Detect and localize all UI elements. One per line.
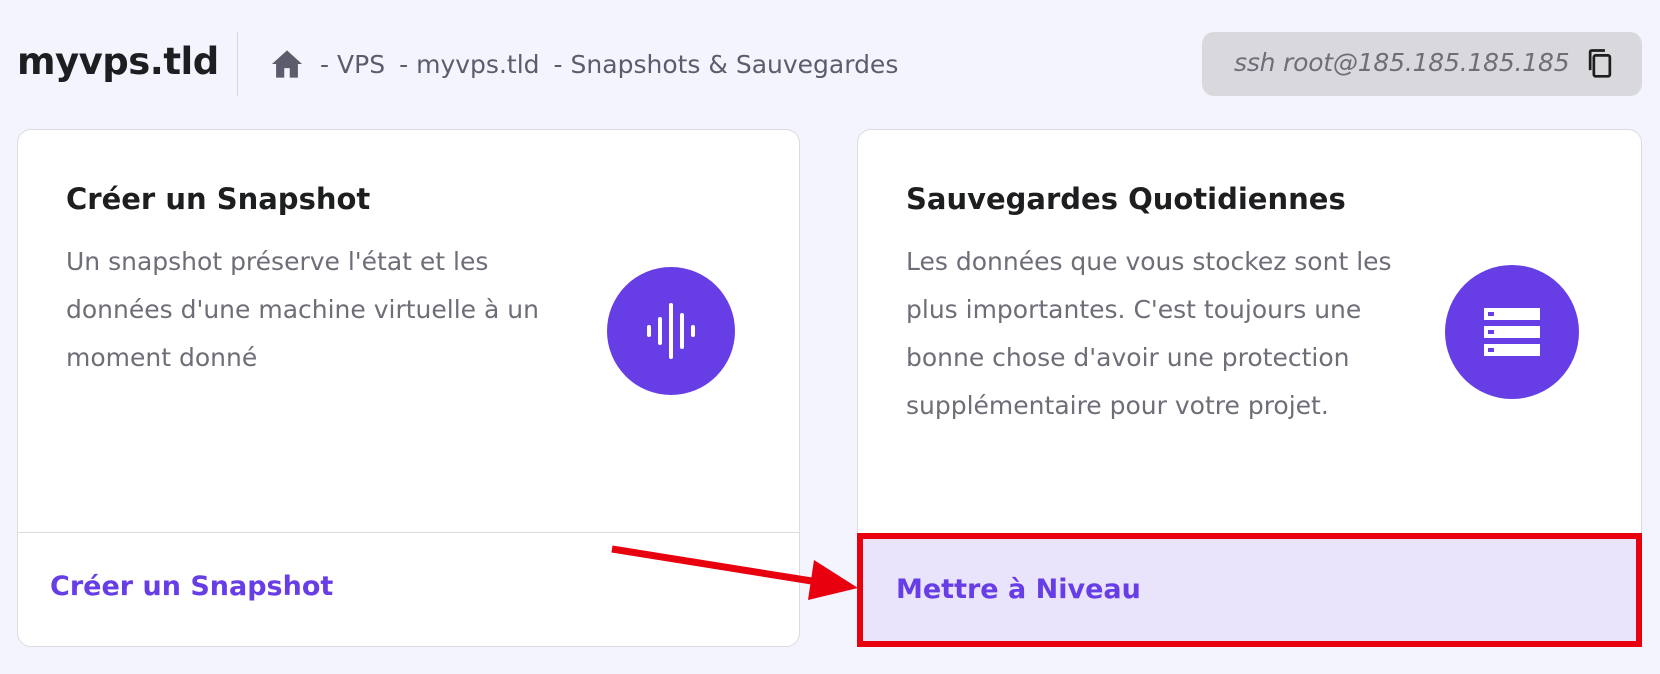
breadcrumb-item-current: Snapshots & Sauvegardes: [570, 49, 899, 79]
breadcrumb-separator: -: [553, 49, 563, 79]
copy-icon[interactable]: [1582, 46, 1618, 82]
snapshot-card-description: Un snapshot préserve l'état et les donné…: [66, 247, 539, 372]
upgrade-button[interactable]: Mettre à Niveau: [857, 533, 1642, 647]
breadcrumb: - VPS - myvps.tld - Snapshots & Sauvegar…: [270, 46, 898, 82]
create-snapshot-button[interactable]: Créer un Snapshot: [50, 571, 333, 602]
server-stack-icon: [1445, 265, 1579, 399]
breadcrumb-item-vps[interactable]: VPS: [337, 50, 385, 79]
snapshot-card-footer: Créer un Snapshot: [18, 532, 799, 646]
page-title: myvps.tld: [17, 40, 219, 83]
ssh-command-box: ssh root@185.185.185.185: [1202, 32, 1642, 96]
backups-card-title: Sauvegardes Quotidiennes: [906, 182, 1346, 216]
page: myvps.tld - VPS - myvps.tld - Snapshots …: [0, 0, 1660, 674]
breadcrumb-separator: -: [399, 49, 409, 79]
snapshot-card-title: Créer un Snapshot: [66, 182, 371, 216]
header-divider: [237, 32, 238, 96]
breadcrumb-separator: -: [320, 49, 330, 79]
ssh-command-text: ssh root@185.185.185.185: [1234, 48, 1570, 77]
page-header: myvps.tld - VPS - myvps.tld - Snapshots …: [0, 0, 1660, 128]
backups-card-description: Les données que vous stockez sont les pl…: [906, 247, 1392, 420]
soundwave-icon: [607, 267, 735, 395]
breadcrumb-item-server[interactable]: myvps.tld: [416, 50, 539, 79]
upgrade-button-label[interactable]: Mettre à Niveau: [896, 574, 1141, 605]
home-icon[interactable]: [270, 48, 304, 80]
snapshot-card: Créer un Snapshot Un snapshot préserve l…: [17, 129, 800, 647]
